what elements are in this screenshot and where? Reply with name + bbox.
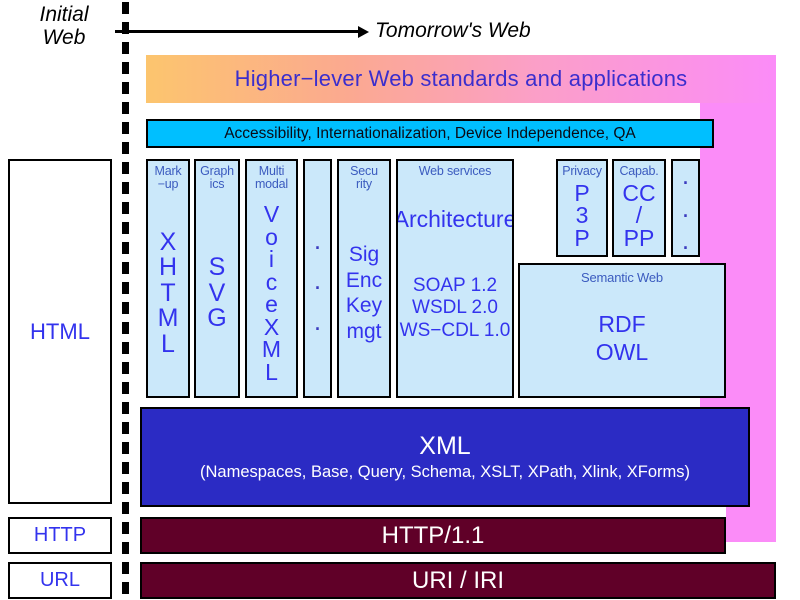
column-ellipsis-left: . . . xyxy=(303,159,332,398)
column-security: Secu rity Sig Enc Key mgt xyxy=(337,159,391,398)
column-markup-body: X H T M L xyxy=(157,227,179,358)
protocol-bar-http: HTTP/1.1 xyxy=(140,517,726,554)
column-markup-title: Mark −up xyxy=(154,164,182,191)
column-ellipsis-left-body: . . . xyxy=(313,225,322,336)
legacy-box-html-label: HTML xyxy=(30,318,90,344)
column-multimodal: Multi modal V o i c e X M L xyxy=(245,159,298,398)
evolution-arrow-line xyxy=(115,30,360,33)
tomorrows-web-label: Tomorrow's Web xyxy=(375,19,531,42)
column-web-services: Web services Architecture SOAP 1.2 WSDL … xyxy=(396,159,514,398)
protocol-bar-uri: URI / IRI xyxy=(140,562,776,599)
column-graphics-title: Graph ics xyxy=(200,164,234,191)
initial-web-label: Initial Web xyxy=(39,3,89,49)
column-markup: Mark −up X H T M L xyxy=(146,159,190,398)
era-divider-dashed-line xyxy=(122,0,129,600)
column-multimodal-body: V o i c e X M L xyxy=(261,201,282,385)
right-arrow-icon xyxy=(358,25,369,38)
diagram-canvas: Initial Web Tomorrow's Web Higher−lever … xyxy=(0,0,800,600)
column-capabilities: Capab. CC / PP xyxy=(612,159,666,257)
semantic-web-items: RDF OWL xyxy=(595,311,649,366)
column-ellipsis-right: . . . xyxy=(671,159,700,257)
legacy-box-url-label: URL xyxy=(39,569,80,591)
higher-level-standards-banner: Higher−lever Web standards and applicati… xyxy=(146,55,776,103)
xml-title: XML xyxy=(419,431,471,460)
web-services-items: SOAP 1.2 WSDL 2.0 WS−CDL 1.0 xyxy=(399,274,511,341)
column-graphics: Graph ics S V G xyxy=(194,159,240,398)
column-security-title: Secu rity xyxy=(350,164,378,191)
column-privacy-body: P 3 P xyxy=(574,179,590,251)
web-services-body: Architecture SOAP 1.2 WSDL 2.0 WS−CDL 1.… xyxy=(396,178,514,396)
xml-subtitle: (Namespaces, Base, Query, Schema, XSLT, … xyxy=(200,463,690,482)
xml-foundation-block: XML (Namespaces, Base, Query, Schema, XS… xyxy=(140,407,750,507)
legacy-box-url: URL xyxy=(8,562,112,599)
web-services-headline: Architecture xyxy=(396,205,514,232)
web-services-title: Web services xyxy=(418,164,492,178)
column-semantic-web: Semantic Web RDF OWL xyxy=(518,263,726,398)
cross-cutting-bar: Accessibility, Internationalization, Dev… xyxy=(146,119,714,148)
column-security-body: Sig Enc Key mgt xyxy=(345,243,383,343)
column-multimodal-title: Multi modal xyxy=(254,164,289,191)
legacy-box-http: HTTP xyxy=(8,517,112,554)
column-capabilities-body: CC / PP xyxy=(622,179,656,251)
column-privacy: Privacy P 3 P xyxy=(556,159,608,257)
column-graphics-body: S V G xyxy=(207,253,227,332)
column-ellipsis-right-body: . . . xyxy=(681,160,690,255)
legacy-box-html: HTML xyxy=(8,159,112,504)
legacy-box-http-label: HTTP xyxy=(33,524,87,546)
